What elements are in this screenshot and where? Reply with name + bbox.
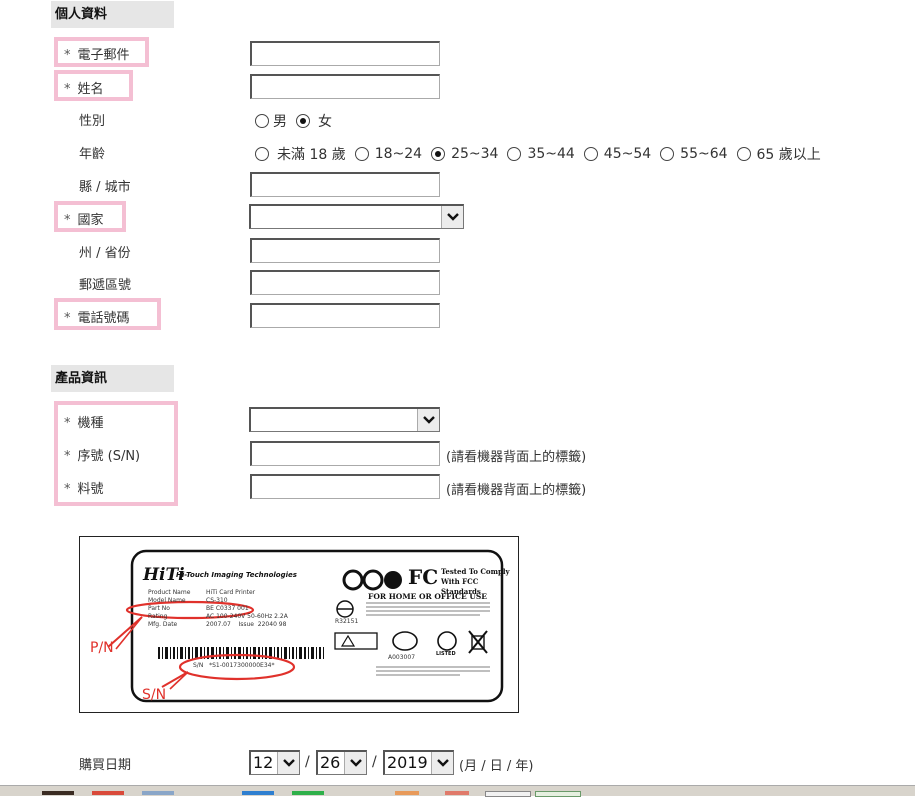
taskbar-app-icon[interactable] (292, 791, 324, 795)
phone-label: * 電話號碼 (64, 311, 130, 326)
email-label: * 電子郵件 (64, 48, 130, 63)
taskbar-app-icon[interactable] (42, 791, 74, 795)
zip-field[interactable] (250, 270, 440, 295)
age-65plus-radio[interactable] (736, 147, 751, 161)
taskbar-app-icon[interactable] (445, 791, 469, 795)
state-field[interactable] (250, 238, 440, 263)
chevron-down-icon[interactable] (277, 752, 299, 774)
gender-label: 性別 (79, 114, 106, 129)
purchase-date-label: 購買日期 (79, 758, 132, 773)
gender-radio-group: 男 女 (255, 111, 341, 131)
phone-field[interactable] (250, 303, 440, 328)
fcc-logo: FC (408, 565, 439, 589)
age-option-55-64[interactable]: 55~64 (660, 146, 728, 162)
purchase-year-select[interactable]: 2019 (383, 750, 454, 775)
name-label: * 姓名 (64, 82, 104, 97)
chevron-down-icon[interactable] (431, 752, 453, 774)
serial-hint: (請看機器背面上的標籤) (446, 450, 587, 465)
serial-label: * 序號 (S/N) (64, 449, 141, 464)
fcc-home-office: FOR HOME OR OFFICE USE (368, 592, 487, 601)
age-55-64-radio[interactable] (660, 147, 675, 161)
label-reg-code: R32151 (335, 618, 359, 625)
purchase-day-select[interactable]: 26 (316, 750, 367, 775)
taskbar-app-icon[interactable] (485, 791, 531, 797)
country-select[interactable] (249, 204, 464, 229)
chevron-down-icon[interactable] (441, 206, 463, 228)
age-under18-radio[interactable] (255, 147, 269, 161)
serial-number-field[interactable] (250, 441, 440, 466)
city-label: 縣 / 城市 (79, 180, 131, 195)
part-number-label: * 料號 (64, 482, 104, 497)
part-number-hint: (請看機器背面上的標籤) (446, 483, 587, 498)
label-brand: Hi-Touch Imaging Technologies (176, 571, 297, 579)
age-25-34-radio[interactable] (431, 147, 446, 161)
product-section-title: 產品資訊 (51, 365, 174, 392)
gender-male-radio[interactable] (255, 114, 269, 128)
chevron-down-icon[interactable] (417, 409, 439, 431)
city-field[interactable] (250, 172, 440, 197)
email-field[interactable] (250, 41, 440, 66)
country-label: * 國家 (64, 213, 104, 228)
age-option-35-44[interactable]: 35~44 (507, 146, 575, 162)
model-label: * 機種 (64, 416, 104, 431)
sn-callout: S/N (142, 687, 167, 703)
age-35-44-radio[interactable] (507, 147, 522, 161)
age-option-18-24[interactable]: 18~24 (354, 146, 422, 162)
name-field[interactable] (250, 74, 440, 99)
age-label: 年齡 (79, 147, 106, 162)
date-separator: / (372, 754, 377, 770)
personal-section-title: 個人資料 (51, 1, 174, 28)
age-option-25-34[interactable]: 25~34 (431, 146, 498, 162)
zip-label: 郵遞區號 (79, 278, 132, 293)
taskbar-app-icon[interactable] (535, 791, 581, 797)
label-a-code: A003007 (388, 654, 416, 661)
label-listed: LISTED (436, 651, 456, 657)
purchase-month-select[interactable]: 12 (249, 750, 300, 775)
part-number-field[interactable] (250, 474, 440, 499)
age-45-54-radio[interactable] (583, 147, 598, 161)
taskbar-app-icon[interactable] (92, 791, 124, 795)
taskbar-app-icon[interactable] (142, 791, 174, 795)
device-label-illustration: HiTi Hi-Touch Imaging Technologies Produ… (79, 536, 519, 713)
gender-option-male[interactable]: 男 (255, 111, 287, 131)
label-serial: S/N *S1-0017300000E34* (193, 662, 275, 669)
age-option-45-54[interactable]: 45~54 (583, 146, 651, 162)
age-option-under18[interactable]: 未滿 18 歲 (255, 144, 346, 164)
label-spec-values: HiTi Card Printer CS-310 BE C0337 001 AC… (206, 589, 288, 628)
age-option-65plus[interactable]: 65 歲以上 (736, 144, 821, 164)
taskbar-app-icon[interactable] (395, 791, 419, 795)
gender-option-female[interactable]: 女 (296, 111, 332, 131)
taskbar-app-icon[interactable] (242, 791, 274, 795)
state-label: 州 / 省份 (79, 246, 131, 261)
date-separator: / (305, 754, 310, 770)
date-format-hint: (月 / 日 / 年) (459, 759, 534, 774)
gender-female-radio[interactable] (296, 114, 310, 128)
chevron-down-icon[interactable] (344, 752, 366, 774)
age-18-24-radio[interactable] (354, 147, 369, 161)
pn-callout: P/N (90, 640, 114, 656)
age-radio-group: 未滿 18 歲 18~24 25~34 35~44 45~54 55~64 65… (255, 144, 830, 164)
label-spec-keys: Product Name Model Name Part No Rating M… (148, 589, 191, 628)
model-select[interactable] (249, 407, 440, 432)
